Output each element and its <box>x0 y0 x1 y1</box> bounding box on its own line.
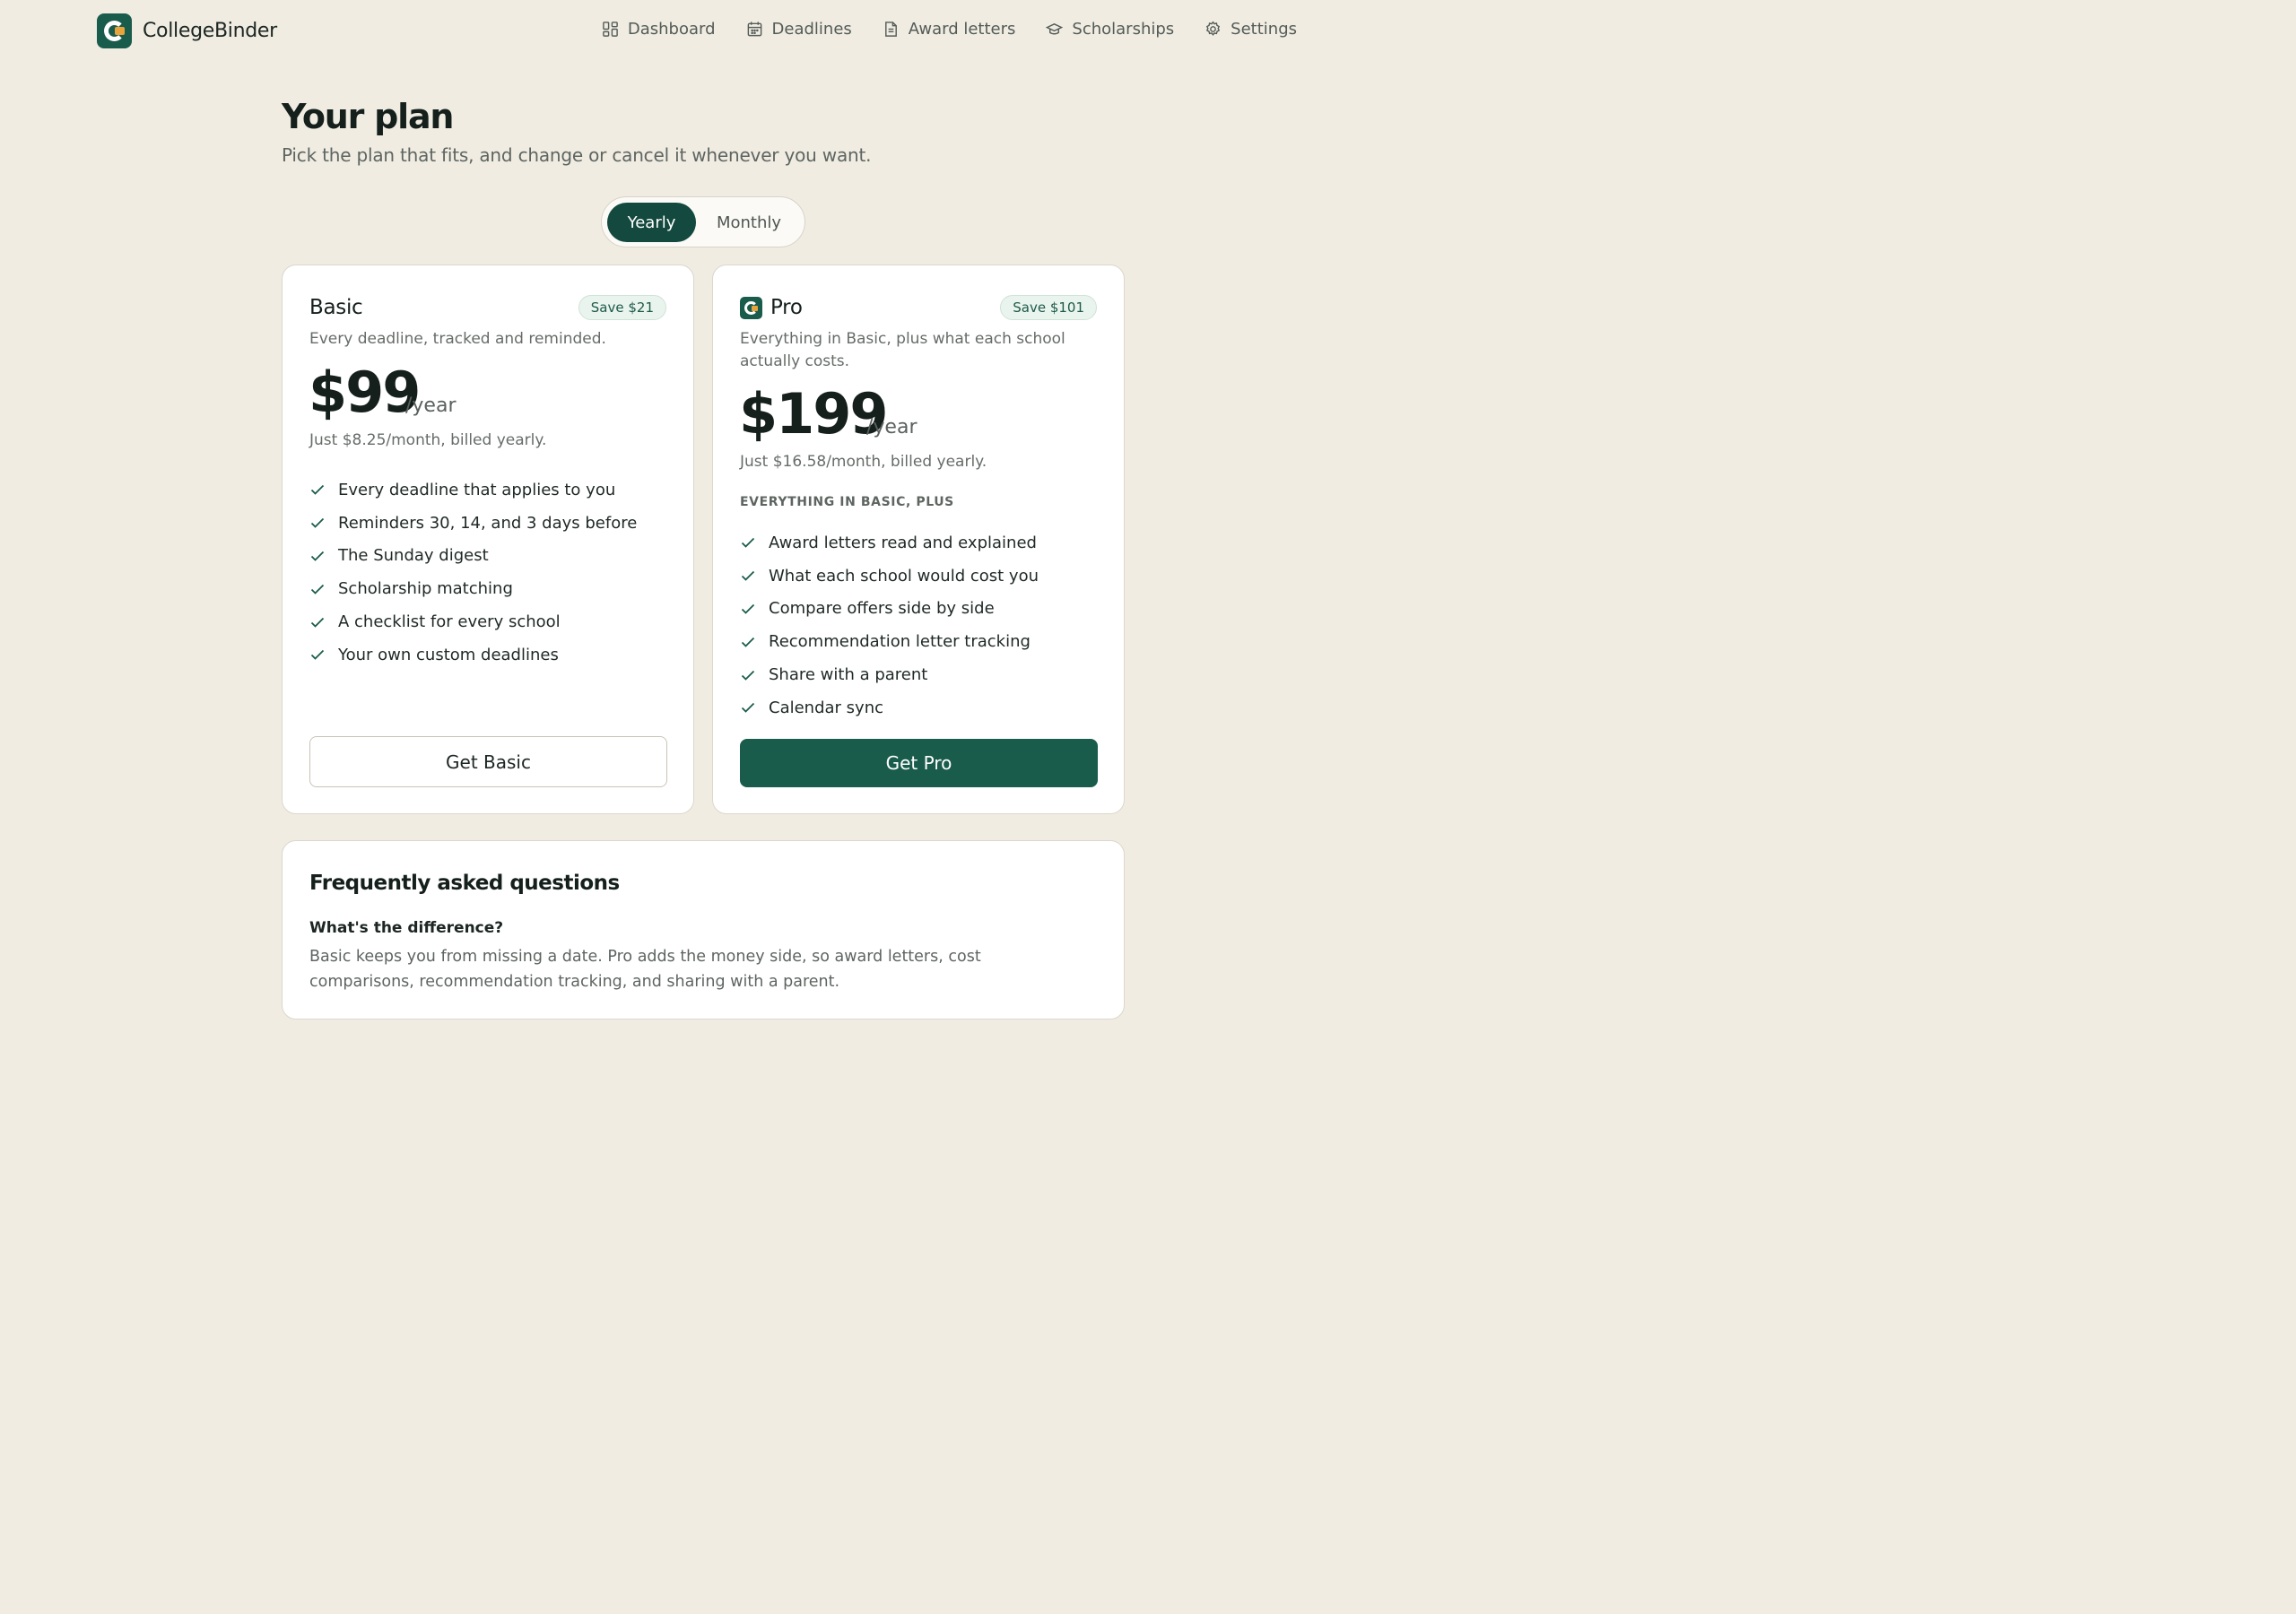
feature-item: Every deadline that applies to you <box>309 473 637 507</box>
nav-item-award-letters[interactable]: Award letters <box>883 20 1016 39</box>
get-basic-button[interactable]: Get Basic <box>309 736 667 787</box>
feature-label: Calendar sync <box>769 698 883 717</box>
logo-icon <box>97 13 132 48</box>
top-nav: CollegeBinder Dashboard Deadlines Award … <box>0 0 1406 63</box>
feature-label: A checklist for every school <box>338 612 561 632</box>
feature-label: Scholarship matching <box>338 579 513 599</box>
billing-toggle: Yearly Monthly <box>601 196 805 247</box>
check-icon <box>741 670 755 681</box>
feature-item: Reminders 30, 14, and 3 days before <box>309 507 637 540</box>
check-icon <box>741 637 755 647</box>
check-icon <box>310 485 325 496</box>
page-title: Your plan <box>282 97 454 136</box>
faq-answer: Basic keeps you from missing a date. Pro… <box>309 948 981 991</box>
brand-name: CollegeBinder <box>143 20 277 42</box>
feature-label: Reminders 30, 14, and 3 days before <box>338 513 638 533</box>
plan-period: /year <box>405 395 457 417</box>
feature-item: Recommendation letter tracking <box>740 625 1039 658</box>
feature-label: Every deadline that applies to you <box>338 480 616 499</box>
check-icon <box>741 603 755 614</box>
nav-item-label: Award letters <box>908 20 1016 39</box>
nav-links: Dashboard Deadlines Award letters Schola… <box>602 20 1297 39</box>
nav-item-scholarships[interactable]: Scholarships <box>1046 20 1174 39</box>
toggle-monthly[interactable]: Monthly <box>702 203 796 242</box>
feature-label: Share with a parent <box>769 665 928 685</box>
save-badge: Save $21 <box>578 295 666 320</box>
check-icon <box>741 703 755 714</box>
gear-icon <box>1206 21 1221 36</box>
feature-item: What each school would cost you <box>740 560 1039 593</box>
feature-section-label: EVERYTHING IN BASIC, PLUS <box>740 495 954 509</box>
feature-label: Award letters read and explained <box>769 533 1037 552</box>
nav-item-label: Deadlines <box>771 20 852 39</box>
check-icon <box>310 650 325 661</box>
plan-price: $99 <box>309 360 421 425</box>
plan-card-basic: Basic Save $21 Every deadline, tracked a… <box>282 265 694 814</box>
document-icon <box>884 22 897 37</box>
faq-section: Frequently asked questions What's the di… <box>282 840 1125 1020</box>
billing-note: Just $16.58/month, billed yearly. <box>740 453 987 471</box>
feature-item: Scholarship matching <box>309 572 637 605</box>
feature-label: Compare offers side by side <box>769 599 995 619</box>
brand[interactable]: CollegeBinder <box>97 13 277 48</box>
nav-item-settings[interactable]: Settings <box>1205 20 1297 39</box>
plan-period: /year <box>866 416 918 438</box>
feature-item: Compare offers side by side <box>740 593 1039 626</box>
graduation-cap-icon <box>1046 23 1064 35</box>
feature-item: A checklist for every school <box>309 605 637 638</box>
plan-price: $199 <box>739 381 889 447</box>
feature-label: Recommendation letter tracking <box>769 632 1031 652</box>
save-badge: Save $101 <box>1000 295 1097 320</box>
dashboard-icon <box>603 22 618 37</box>
plan-name: Basic <box>309 296 363 319</box>
check-icon <box>310 617 325 628</box>
feature-item: Calendar sync <box>740 691 1039 725</box>
feature-label: The Sunday digest <box>338 546 489 566</box>
page-subtitle: Pick the plan that fits, and change or c… <box>282 144 872 166</box>
feature-list: Award letters read and explained What ea… <box>740 526 1039 725</box>
pro-logo-icon <box>740 297 762 319</box>
nav-item-dashboard[interactable]: Dashboard <box>602 20 716 39</box>
feature-item: Award letters read and explained <box>740 526 1039 560</box>
faq-question: What's the difference? <box>309 919 504 937</box>
check-icon <box>741 571 755 581</box>
nav-item-label: Dashboard <box>627 20 716 39</box>
feature-label: Your own custom deadlines <box>338 645 559 664</box>
plan-description: Every deadline, tracked and reminded. <box>309 330 606 348</box>
get-pro-button[interactable]: Get Pro <box>740 739 1098 787</box>
plan-name: Pro <box>770 296 803 319</box>
feature-label: What each school would cost you <box>769 566 1039 586</box>
check-icon <box>310 551 325 561</box>
check-icon <box>310 584 325 594</box>
toggle-yearly[interactable]: Yearly <box>607 203 696 242</box>
feature-item: The Sunday digest <box>309 540 637 573</box>
feature-item: Share with a parent <box>740 658 1039 691</box>
plan-card-pro: Pro Save $101 Everything in Basic, plus … <box>712 265 1125 814</box>
billing-note: Just $8.25/month, billed yearly. <box>309 431 547 449</box>
calendar-icon <box>747 22 761 37</box>
plan-description: Everything in Basic, plus what each scho… <box>740 330 1065 370</box>
faq-title: Frequently asked questions <box>309 872 620 895</box>
nav-item-label: Scholarships <box>1072 20 1175 39</box>
check-icon <box>310 518 325 528</box>
nav-item-deadlines[interactable]: Deadlines <box>746 20 852 39</box>
nav-item-label: Settings <box>1231 20 1297 39</box>
check-icon <box>741 538 755 549</box>
feature-list: Every deadline that applies to you Remin… <box>309 473 637 672</box>
feature-item: Your own custom deadlines <box>309 638 637 672</box>
